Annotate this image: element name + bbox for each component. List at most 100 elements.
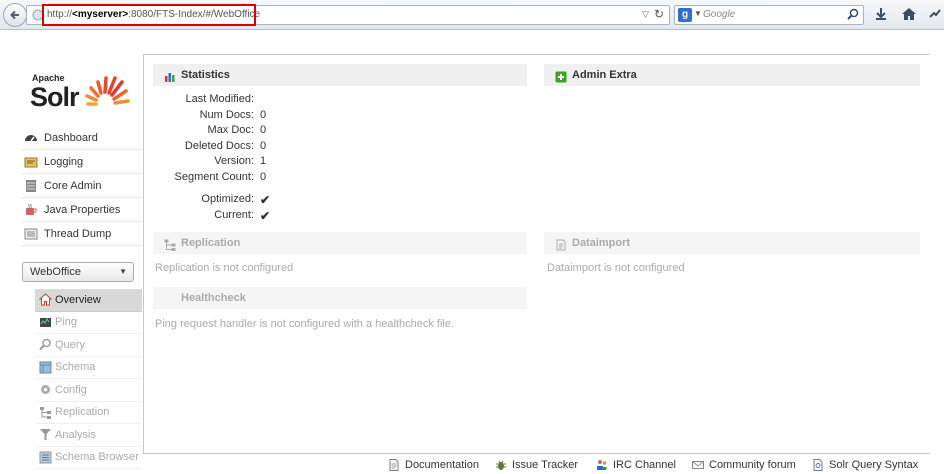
- core-nav-label: Ping: [55, 316, 78, 329]
- url-highlight-box: [42, 4, 256, 26]
- statistics-list: Last Modified: Num Docs: 0 Max Doc: 0 Dele…: [158, 93, 271, 224]
- nav-java-properties[interactable]: Java Properties: [22, 198, 142, 222]
- core-nav-config[interactable]: Config: [35, 379, 142, 402]
- home-icon[interactable]: [901, 7, 917, 24]
- search-bar[interactable]: g ▼ Google: [674, 5, 864, 25]
- browser-toolbar: http://<myserver>:8080/FTS-Index/#/WebOf…: [0, 0, 944, 30]
- solr-sun-icon: [85, 76, 130, 106]
- schema-browser-icon: [39, 451, 52, 464]
- document-icon: [388, 459, 400, 471]
- logo-solr-text: Solr: [30, 82, 80, 112]
- java-properties-icon: [24, 203, 38, 217]
- url-dropdown-icon[interactable]: ▽: [642, 9, 649, 20]
- stat-optimized: Optimized: ✔: [201, 193, 271, 207]
- stat-current: Current: ✔: [214, 208, 271, 223]
- mail-icon: [692, 459, 704, 471]
- statistics-header: Statistics: [153, 64, 527, 86]
- core-nav-overview[interactable]: Overview: [35, 289, 142, 312]
- ping-icon: [39, 316, 52, 329]
- stat-last-modified: Last Modified:: [185, 93, 254, 105]
- core-nav-ping[interactable]: Ping: [35, 312, 142, 334]
- logging-icon: [24, 155, 38, 169]
- thread-dump-icon: [24, 227, 38, 241]
- footer-issue-tracker[interactable]: Issue Tracker: [495, 459, 578, 471]
- nav-label: Java Properties: [44, 203, 121, 216]
- bar-chart-icon: [164, 69, 176, 82]
- admin-extra-title: Admin Extra: [572, 69, 637, 81]
- checkmark-icon: ✔: [260, 193, 271, 207]
- people-icon: [596, 459, 608, 471]
- bug-icon: [495, 459, 507, 471]
- reload-icon[interactable]: ↻: [654, 7, 664, 21]
- nav-label: Core Admin: [44, 179, 102, 192]
- core-nav-label: Config: [55, 383, 87, 396]
- query-icon: [39, 338, 52, 351]
- core-nav-analysis[interactable]: Analysis: [35, 424, 142, 447]
- core-selector-value: WebOffice: [30, 266, 81, 278]
- replication-message: Replication is not configured: [155, 262, 294, 274]
- nav-dashboard[interactable]: Dashboard: [22, 126, 142, 150]
- replication-header: Replication: [153, 232, 527, 254]
- core-nav-label: Schema: [55, 361, 96, 374]
- replication-icon: [39, 406, 52, 419]
- footer-links: Documentation Issue Tracker IRC Channel …: [380, 459, 940, 474]
- plus-icon: [555, 69, 567, 83]
- main-nav: Dashboard Logging Core Admin Java Proper…: [22, 126, 142, 246]
- query-syntax-icon: [812, 459, 824, 471]
- core-nav-query[interactable]: Query: [35, 334, 142, 357]
- search-go-icon[interactable]: [847, 8, 859, 23]
- nav-core-admin[interactable]: Core Admin: [22, 174, 142, 198]
- stat-num-docs: Num Docs: 0: [199, 108, 267, 121]
- dataimport-title: Dataimport: [572, 237, 631, 249]
- footer-solr-query-syntax[interactable]: Solr Query Syntax: [812, 459, 918, 471]
- replication-title: Replication: [181, 237, 241, 249]
- admin-extra-header: Admin Extra: [544, 64, 920, 86]
- back-button[interactable]: [3, 3, 27, 27]
- nav-thread-dump[interactable]: Thread Dump: [22, 222, 142, 246]
- core-nav-label: Overview: [55, 293, 101, 306]
- main-content: Statistics Last Modified: Num Docs: 0 Max…: [143, 54, 930, 454]
- analysis-funnel-icon: [39, 428, 52, 441]
- footer-community-forum[interactable]: Community forum: [692, 459, 796, 471]
- core-selector[interactable]: WebOffice ▼: [22, 262, 134, 282]
- nav-logging[interactable]: Logging: [22, 150, 142, 174]
- engine-dropdown-icon[interactable]: ▼: [694, 9, 702, 18]
- google-engine-icon[interactable]: g: [678, 8, 692, 22]
- footer-irc-channel[interactable]: IRC Channel: [596, 459, 676, 471]
- dataimport-header: Dataimport: [544, 232, 920, 254]
- config-gear-icon: [39, 383, 52, 396]
- nav-label: Logging: [44, 155, 84, 168]
- dataimport-message: Dataimport is not configured: [547, 262, 685, 274]
- stat-deleted-docs: Deleted Docs: 0: [184, 139, 267, 152]
- schema-icon: [39, 361, 52, 374]
- core-nav-label: Query: [55, 338, 85, 351]
- core-nav-label: Replication: [55, 406, 110, 419]
- solr-logo[interactable]: Apache Solr: [30, 60, 130, 112]
- core-nav-replication[interactable]: Replication: [35, 402, 142, 424]
- healthcheck-title: Healthcheck: [181, 292, 246, 304]
- stat-segment-count: Segment Count: 0: [174, 170, 267, 183]
- core-admin-icon: [24, 179, 38, 193]
- healthcheck-message: Ping request handler is not configured w…: [155, 318, 455, 330]
- core-nav-label: Schema Browser: [55, 451, 139, 464]
- nav-label: Dashboard: [44, 131, 98, 144]
- nav-label: Thread Dump: [44, 227, 112, 240]
- replication-icon: [164, 237, 176, 251]
- download-icon[interactable]: [874, 7, 888, 24]
- search-placeholder: Google: [703, 9, 736, 20]
- chevron-down-icon: ▼: [119, 267, 127, 276]
- home-icon: [38, 293, 53, 306]
- addon-icon[interactable]: [928, 7, 942, 24]
- stat-version: Version: 1: [214, 155, 267, 167]
- checkmark-icon: ✔: [260, 208, 271, 223]
- back-arrow-icon: [10, 10, 19, 20]
- dashboard-icon: [24, 131, 38, 145]
- footer-documentation[interactable]: Documentation: [388, 459, 479, 471]
- core-nav-schema[interactable]: Schema: [35, 357, 142, 379]
- core-nav: Overview Ping Query Schema Config Replic…: [35, 289, 142, 469]
- healthcheck-header: Healthcheck: [153, 287, 527, 309]
- dataimport-icon: [555, 237, 567, 251]
- statistics-title: Statistics: [181, 69, 230, 81]
- core-nav-schema-browser[interactable]: Schema Browser: [35, 447, 142, 469]
- core-nav-label: Analysis: [55, 428, 96, 441]
